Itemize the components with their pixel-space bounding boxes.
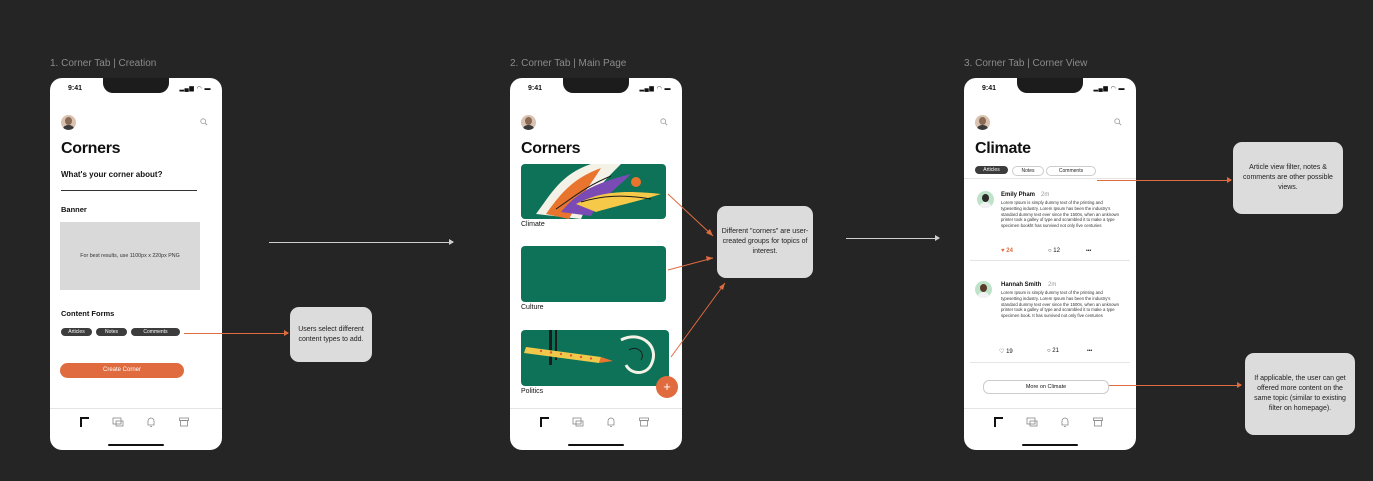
callout-text: Article view filter, notes & comments ar…	[1243, 164, 1333, 191]
callout-content-types: Users select different content types to …	[290, 307, 372, 362]
callout-text: Different "corners" are user-created gro…	[721, 228, 809, 255]
callout-filters: Article view filter, notes & comments ar…	[1233, 142, 1343, 214]
connector-more-content	[1109, 382, 1242, 388]
connector-filters	[1097, 177, 1232, 183]
callout-text: Users select different content types to …	[298, 325, 364, 343]
callout-text: If applicable, the user can get offered …	[1254, 375, 1346, 412]
callout-more-content: If applicable, the user can get offered …	[1245, 353, 1355, 435]
callout-corners: Different "corners" are user-created gro…	[717, 206, 813, 278]
connector-corners-lines	[667, 193, 726, 358]
